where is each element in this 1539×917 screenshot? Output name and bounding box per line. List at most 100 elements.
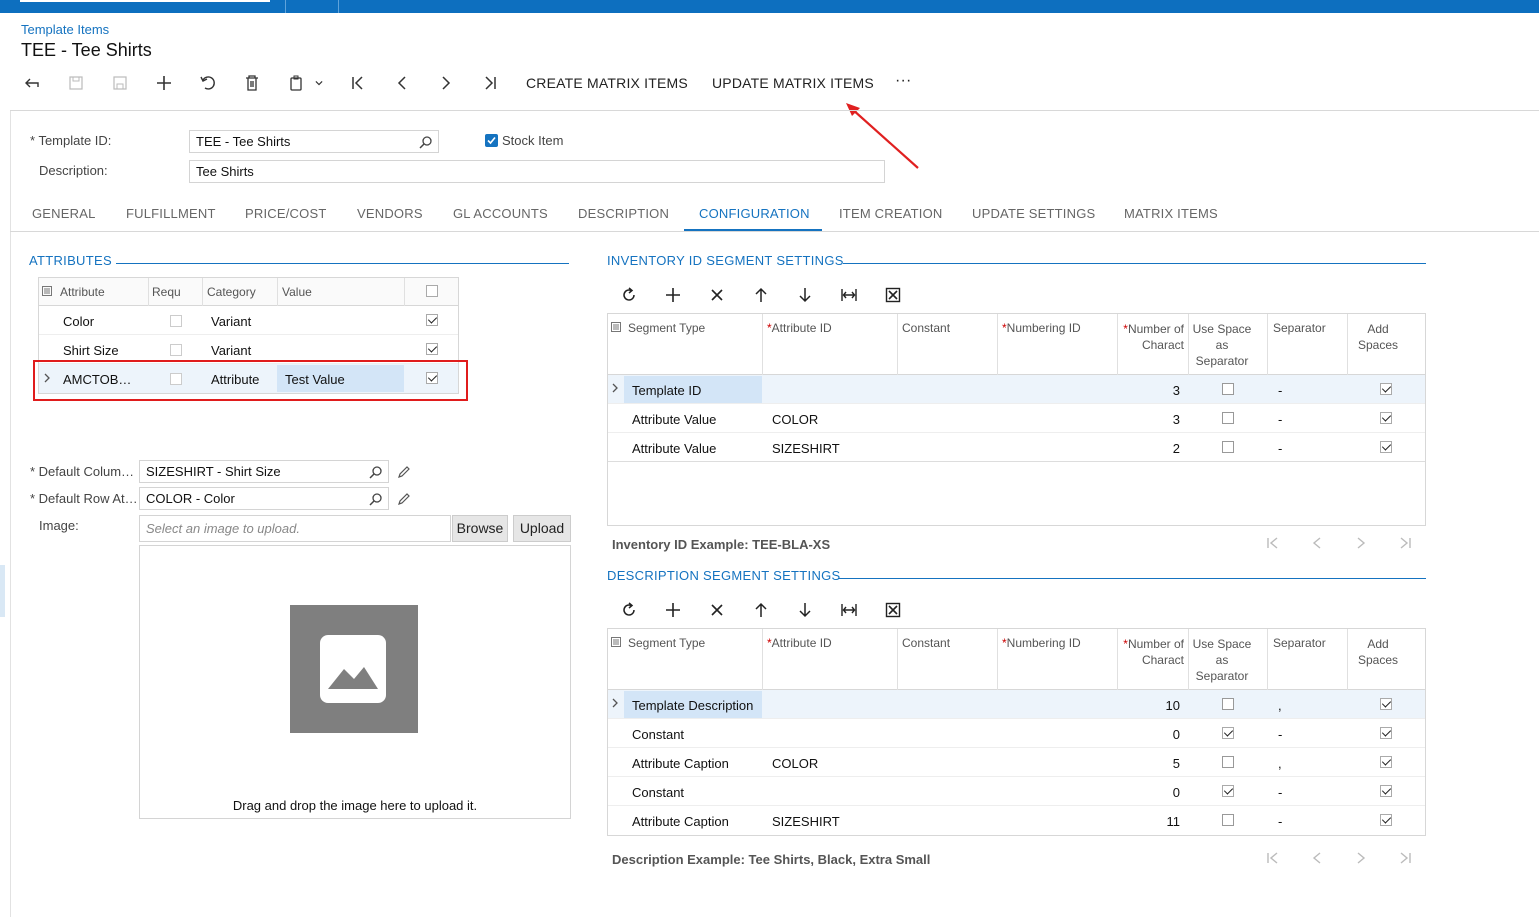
- add-icon[interactable]: [154, 72, 174, 94]
- row-select-checkbox[interactable]: [426, 343, 438, 355]
- use-space-checkbox[interactable]: [1222, 814, 1234, 826]
- tab-gl-accounts[interactable]: GL ACCOUNTS: [453, 206, 548, 221]
- pager-first-icon[interactable]: [1265, 850, 1281, 866]
- search-icon[interactable]: [369, 492, 383, 506]
- move-down-icon[interactable]: [796, 601, 814, 619]
- col-required[interactable]: Requ: [152, 285, 181, 299]
- move-up-icon[interactable]: [752, 286, 770, 304]
- col-add-spaces[interactable]: Add Spaces: [1353, 636, 1403, 668]
- table-row-selected[interactable]: Template ID 3 -: [608, 375, 1425, 404]
- use-space-checkbox[interactable]: [1222, 727, 1234, 739]
- more-menu-button[interactable]: ···: [895, 72, 912, 90]
- table-row[interactable]: Attribute Value SIZESHIRT 2 -: [608, 433, 1425, 462]
- tab-configuration[interactable]: CONFIGURATION: [699, 206, 810, 221]
- tab-vendors[interactable]: VENDORS: [357, 206, 423, 221]
- col-numbering-id[interactable]: *Numbering ID: [1002, 636, 1081, 650]
- tab-price-cost[interactable]: PRICE/COST: [245, 206, 326, 221]
- tab-fulfillment[interactable]: FULFILLMENT: [126, 206, 216, 221]
- col-value[interactable]: Value: [282, 285, 312, 299]
- table-row[interactable]: Constant 0 -: [608, 719, 1425, 748]
- last-record-icon[interactable]: [480, 72, 500, 94]
- table-row[interactable]: Attribute Value COLOR 3 -: [608, 404, 1425, 433]
- col-constant[interactable]: Constant: [902, 636, 950, 650]
- add-row-icon[interactable]: [664, 601, 682, 619]
- tab-general[interactable]: GENERAL: [32, 206, 96, 221]
- previous-record-icon[interactable]: [392, 72, 412, 94]
- create-matrix-items-button[interactable]: CREATE MATRIX ITEMS: [526, 75, 688, 91]
- pager-prev-icon[interactable]: [1309, 850, 1325, 866]
- use-space-checkbox[interactable]: [1222, 412, 1234, 424]
- col-numbering-id[interactable]: *Numbering ID: [1002, 321, 1081, 335]
- default-column-field[interactable]: SIZESHIRT - Shirt Size: [139, 460, 389, 483]
- add-spaces-checkbox[interactable]: [1380, 814, 1392, 826]
- move-up-icon[interactable]: [752, 601, 770, 619]
- pager-last-icon[interactable]: [1397, 535, 1413, 551]
- tab-item-creation[interactable]: ITEM CREATION: [839, 206, 942, 221]
- col-attribute[interactable]: Attribute: [60, 285, 105, 299]
- use-space-checkbox[interactable]: [1222, 698, 1234, 710]
- next-record-icon[interactable]: [436, 72, 456, 94]
- table-row[interactable]: Constant 0 -: [608, 777, 1425, 806]
- add-row-icon[interactable]: [664, 286, 682, 304]
- stock-item-checkbox[interactable]: [485, 134, 498, 147]
- add-spaces-checkbox[interactable]: [1380, 383, 1392, 395]
- first-record-icon[interactable]: [348, 72, 368, 94]
- delete-icon[interactable]: [242, 72, 262, 94]
- col-number-of-chars[interactable]: *Number of Charact: [1121, 321, 1184, 353]
- update-matrix-items-button[interactable]: UPDATE MATRIX ITEMS: [712, 75, 874, 91]
- tab-matrix-items[interactable]: MATRIX ITEMS: [1124, 206, 1218, 221]
- grid-settings-icon[interactable]: [42, 286, 52, 296]
- select-all-checkbox[interactable]: [426, 285, 438, 297]
- fit-columns-icon[interactable]: [840, 601, 858, 619]
- pager-next-icon[interactable]: [1353, 850, 1369, 866]
- image-file-input[interactable]: Select an image to upload.: [139, 515, 451, 542]
- pager-prev-icon[interactable]: [1309, 535, 1325, 551]
- add-spaces-checkbox[interactable]: [1380, 441, 1392, 453]
- undo-icon[interactable]: [198, 72, 218, 94]
- table-row[interactable]: Color Variant: [39, 306, 458, 335]
- grid-settings-icon[interactable]: [611, 322, 621, 332]
- chevron-down-icon[interactable]: [312, 72, 326, 94]
- search-icon[interactable]: [369, 465, 383, 479]
- tab-description[interactable]: DESCRIPTION: [578, 206, 669, 221]
- refresh-icon[interactable]: [620, 286, 638, 304]
- col-segment-type[interactable]: Segment Type: [628, 321, 705, 335]
- search-icon[interactable]: [419, 135, 433, 149]
- col-number-of-chars[interactable]: *Number of Charact: [1121, 636, 1184, 668]
- add-spaces-checkbox[interactable]: [1380, 756, 1392, 768]
- breadcrumb[interactable]: Template Items: [21, 22, 109, 37]
- add-spaces-checkbox[interactable]: [1380, 727, 1392, 739]
- col-separator[interactable]: Separator: [1273, 636, 1326, 650]
- tab-update-settings[interactable]: UPDATE SETTINGS: [972, 206, 1095, 221]
- use-space-checkbox[interactable]: [1222, 785, 1234, 797]
- save-icon[interactable]: [110, 72, 130, 94]
- copy-paste-icon[interactable]: [286, 72, 306, 94]
- col-category[interactable]: Category: [207, 285, 256, 299]
- col-attribute-id[interactable]: *Attribute ID: [767, 636, 832, 650]
- refresh-icon[interactable]: [620, 601, 638, 619]
- table-row[interactable]: Attribute Caption COLOR 5 ,: [608, 748, 1425, 777]
- row-select-checkbox[interactable]: [426, 314, 438, 326]
- pager-last-icon[interactable]: [1397, 850, 1413, 866]
- image-drop-zone[interactable]: Drag and drop the image here to upload i…: [139, 545, 571, 819]
- use-space-checkbox[interactable]: [1222, 756, 1234, 768]
- upload-button[interactable]: Upload: [513, 515, 571, 542]
- col-constant[interactable]: Constant: [902, 321, 950, 335]
- col-use-space[interactable]: Use Space as Separator: [1192, 636, 1252, 684]
- save-close-icon[interactable]: [66, 72, 86, 94]
- table-row[interactable]: Attribute Caption SIZESHIRT 11 -: [608, 806, 1425, 835]
- top-nav-active-tab[interactable]: [20, 0, 270, 2]
- add-spaces-checkbox[interactable]: [1380, 698, 1392, 710]
- export-excel-icon[interactable]: [884, 286, 902, 304]
- template-id-field[interactable]: TEE - Tee Shirts: [189, 130, 439, 153]
- col-segment-type[interactable]: Segment Type: [628, 636, 705, 650]
- delete-row-icon[interactable]: [708, 286, 726, 304]
- edit-pencil-icon[interactable]: [397, 465, 411, 479]
- col-add-spaces[interactable]: Add Spaces: [1353, 321, 1403, 353]
- description-field[interactable]: Tee Shirts: [189, 160, 885, 183]
- edit-pencil-icon[interactable]: [397, 492, 411, 506]
- table-row-selected[interactable]: Template Description 10 ,: [608, 690, 1425, 719]
- export-excel-icon[interactable]: [884, 601, 902, 619]
- grid-settings-icon[interactable]: [611, 637, 621, 647]
- back-icon[interactable]: [22, 72, 42, 94]
